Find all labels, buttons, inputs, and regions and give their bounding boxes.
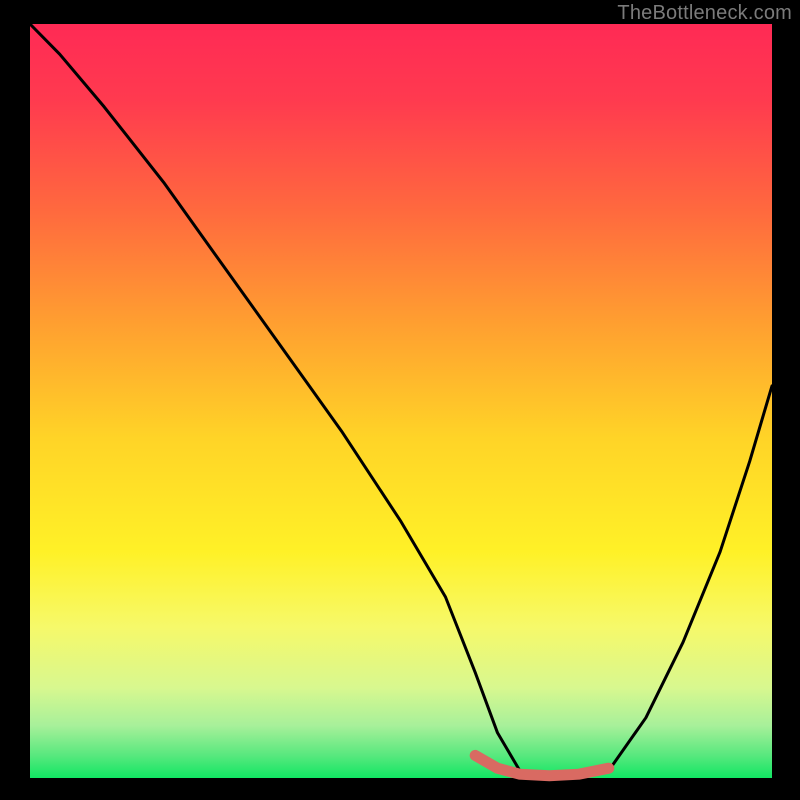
bottleneck-chart	[0, 0, 800, 800]
chart-container: TheBottleneck.com	[0, 0, 800, 800]
chart-gradient-area	[30, 24, 772, 778]
watermark-text: TheBottleneck.com	[617, 2, 792, 25]
